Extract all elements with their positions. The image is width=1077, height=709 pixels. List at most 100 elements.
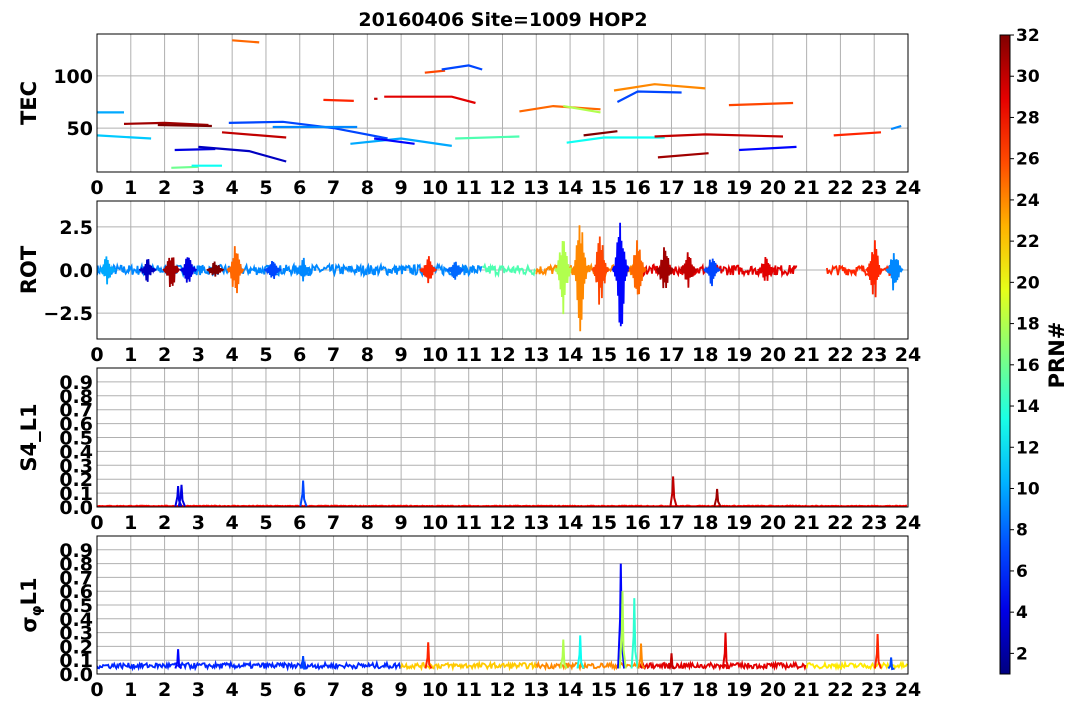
x-tick-label: 23 [861,679,887,701]
x-tick-label: 6 [293,344,306,366]
tec-series-prn-30 [654,133,784,138]
x-tick-label: 3 [192,679,205,701]
x-tick-label: 5 [259,679,272,701]
x-tick-label: 14 [557,512,583,534]
rot-burst-prn-24 [570,225,590,332]
x-tick-label: 1 [124,344,137,366]
x-tick-label: 9 [395,679,408,701]
rot-burst-prn-9 [885,253,904,291]
colorbar-tick-label: 10 [1016,479,1040,499]
rot-burst-prn-27 [419,256,437,284]
x-tick-label: 24 [895,177,921,199]
x-tick-label: 7 [327,177,340,199]
x-tick-label: 0 [90,177,103,199]
x-tick-label: 9 [395,344,408,366]
x-tick-label: 21 [793,344,819,366]
tec-series-prn-13 [566,136,665,144]
rot-burst-prn-5 [611,222,631,327]
x-tick-label: 6 [293,512,306,534]
x-tick-label: 20 [760,512,786,534]
x-tick-label: 18 [692,344,718,366]
x-tick-label: 0 [90,344,103,366]
x-tick-label: 11 [455,177,481,199]
x-tick-label: 3 [192,177,205,199]
x-tick-label: 10 [422,679,448,701]
x-tick-label: 7 [327,679,340,701]
tec-series-prn-29 [384,95,476,105]
rot-noise-prn-15 [482,262,537,279]
colorbar-tick-label: 24 [1016,191,1040,211]
x-tick-label: 11 [455,679,481,701]
tec-series-prn-25 [232,39,260,44]
x-tick-label: 14 [557,344,583,366]
panel-4: 0.00.10.20.30.40.50.60.70.80.90 1 2 3 4 5 6 7 8 9… [17,535,921,701]
x-tick-label: 12 [489,177,515,199]
x-tick-label: 19 [726,344,752,366]
x-tick-label: 22 [827,512,853,534]
tec-series-prn-5 [738,145,797,152]
x-tick-label: 21 [793,512,819,534]
x-tick-label: 15 [591,512,617,534]
x-tick-label: 2 [158,344,171,366]
colorbar-tick-label: 26 [1016,150,1040,170]
x-tick-label: 16 [624,679,650,701]
x-tick-label: 18 [692,177,718,199]
x-tick-label: 5 [259,512,272,534]
colorbar-tick-label: 16 [1016,356,1040,376]
tec-series-prn-26 [424,69,446,74]
colorbar-tick-label: 20 [1016,273,1040,293]
x-tick-label: 2 [158,512,171,534]
x-tick-label: 7 [327,512,340,534]
x-tick-label: 19 [726,679,752,701]
tec-series-prn-32 [583,130,618,137]
rot-burst-prn-4 [179,257,198,283]
tec-series-prn-11 [97,134,152,140]
x-tick-label: 15 [591,679,617,701]
rot-burst-prn-8 [446,261,464,280]
x-tick-label: 6 [293,679,306,701]
x-tick-label: 7 [327,344,340,366]
x-tick-label: 15 [591,177,617,199]
panel-1: 501000 1 2 3 4 5 6 7 8 9 10 11 12 13 14 15 16 17 18 19 20 21 2… [17,33,921,199]
x-tick-label: 20 [760,344,786,366]
x-tick-label: 6 [293,177,306,199]
rot-burst-prn-25 [628,240,647,295]
y-axis-label: σφL1 [17,577,45,632]
y-tick-label: 0.0 [59,260,93,282]
x-tick-label: 10 [422,512,448,534]
tec-series-prn-4 [174,147,216,152]
tec-series-prn-15 [455,135,520,140]
spike-prn-29 [721,632,730,669]
tec-series-prn-30 [221,131,287,139]
colorbar-tick-label: 14 [1016,397,1040,417]
colorbar-tick-label: 8 [1016,521,1028,541]
x-tick-label: 18 [692,512,718,534]
x-tick-label: 12 [489,512,515,534]
tec-series-prn-27 [323,98,354,102]
rot-burst-prn-31 [162,257,181,288]
x-tick-label: 24 [895,679,921,701]
spike-prn-14 [630,598,639,669]
x-tick-label: 21 [793,177,819,199]
x-tick-label: 4 [226,512,239,534]
x-tick-label: 9 [395,512,408,534]
colorbar-tick-label: 2 [1016,644,1028,664]
tec-series-prn-31 [657,152,709,159]
colorbar-tick-label: 32 [1016,26,1040,46]
y-tick-label: 0.9 [59,540,93,562]
rot-burst-prn-3 [138,259,157,282]
x-tick-label: 3 [192,344,205,366]
x-tick-label: 13 [523,512,549,534]
x-tick-label: 2 [158,679,171,701]
x-tick-label: 14 [557,679,583,701]
x-tick-label: 8 [361,177,374,199]
y-tick-label: 0.9 [59,372,93,394]
x-tick-label: 17 [658,679,684,701]
tec-series-prn-32 [157,123,212,128]
y-axis-label: S4_L1 [17,403,41,471]
baseline-prn-6 [97,659,402,672]
x-tick-label: 5 [259,177,272,199]
x-tick-label: 5 [259,344,272,366]
x-tick-label: 3 [192,512,205,534]
tec-series-prn-3 [198,145,287,163]
